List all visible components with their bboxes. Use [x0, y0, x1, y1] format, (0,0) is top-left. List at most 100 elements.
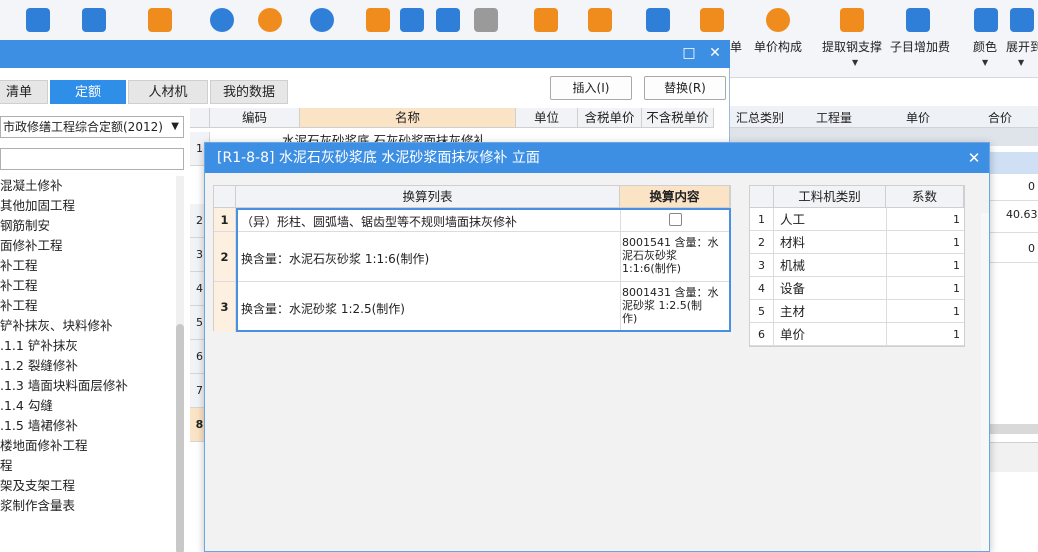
quota-tree-pane: 市政修缮工程综合定额(2012) ▼ 混凝土修补 其他加固工程 钢筋制安 面修补… [0, 110, 186, 552]
add-fee-icon [906, 8, 930, 32]
conversion-checkbox[interactable] [669, 213, 682, 226]
close-button[interactable]: ✕ [706, 44, 724, 62]
coefficient-value[interactable]: 1 [886, 254, 962, 277]
tab-quota[interactable]: 定额 [50, 80, 126, 104]
ribbon-price-button[interactable] [258, 8, 282, 34]
tree-item[interactable]: 补工程 [0, 296, 176, 316]
insert-button[interactable]: 插入(I) [550, 76, 632, 100]
header-total: 合价 [988, 111, 1013, 125]
ribbon-table-button[interactable] [700, 8, 724, 34]
tree-item[interactable]: 面修补工程 [0, 236, 176, 256]
tab-labor-material[interactable]: 人材机 [128, 80, 208, 104]
tree-item[interactable]: 其他加固工程 [0, 196, 176, 216]
ribbon-list-button[interactable] [148, 8, 172, 34]
quota-library-select[interactable]: 市政修缮工程综合定额(2012) ▼ [0, 116, 184, 138]
table-row[interactable]: 1 人工 1 [750, 208, 964, 231]
replace-button[interactable]: 替换(R) [644, 76, 726, 100]
header-coefficient: 系数 [886, 186, 964, 208]
ribbon-delete-button[interactable] [474, 8, 498, 34]
ribbon-steel-label[interactable]: 提取钢支撑 [822, 38, 882, 55]
tree-item[interactable]: 铲补抹灰、块料修补 [0, 316, 176, 336]
search-icon [310, 8, 334, 32]
table-corner [750, 186, 774, 208]
paint-bucket-icon [974, 8, 998, 32]
tree-item[interactable]: 补工程 [0, 256, 176, 276]
coefficient-value[interactable]: 1 [886, 323, 962, 346]
conversion-dialog: [R1-8-8] 水泥石灰砂浆底 水泥砂浆面抹灰修补 立面 ✕ 换算列表 换算内… [204, 142, 990, 552]
tree-item[interactable]: .1.4 勾缝 [0, 396, 176, 416]
tree-item[interactable]: 钢筋制安 [0, 216, 176, 236]
tree-item[interactable]: 混凝土修补 [0, 176, 176, 196]
table-row[interactable]: 2 材料 1 [750, 231, 964, 254]
tree-item[interactable]: 程 [0, 456, 176, 476]
coefficient-value[interactable]: 1 [886, 208, 962, 231]
tree-item[interactable]: .1.1 铲补抹灰 [0, 336, 176, 356]
dialog-close-button[interactable]: ✕ [965, 143, 983, 173]
ribbon-price-build-label[interactable]: 单价构成 [754, 38, 802, 55]
ribbon-extra-fee-icon-wrap[interactable] [906, 8, 930, 34]
grid-cell-value: 0 [1028, 242, 1035, 255]
dialog-title: [R1-8-8] 水泥石灰砂浆底 水泥砂浆面抹灰修补 立面 [205, 143, 989, 173]
chevron-down-icon[interactable]: ▼ [1018, 58, 1024, 67]
header-name: 名称 [300, 108, 516, 128]
ribbon-steel-icon-wrap[interactable] [840, 8, 864, 34]
category-name: 设备 [780, 281, 806, 296]
ribbon-lock-button[interactable] [646, 8, 670, 34]
ribbon-export-button[interactable] [534, 8, 558, 34]
tree-item[interactable]: 补工程 [0, 276, 176, 296]
ribbon-search-button[interactable] [310, 8, 334, 34]
chevron-down-icon[interactable]: ▼ [852, 58, 858, 67]
ribbon-filter-button[interactable] [366, 8, 390, 34]
ribbon-doc-button[interactable] [26, 8, 50, 34]
conversion-content[interactable]: 8001431 含量：水 泥砂浆 1:2.5(制 作) [622, 286, 730, 325]
ribbon-add-row-button[interactable] [436, 8, 460, 34]
bottom-panel [990, 442, 1038, 472]
tree-item[interactable]: 架及支架工程 [0, 476, 176, 496]
ribbon-expand-label[interactable]: 展开到 [1006, 38, 1038, 55]
table-row[interactable]: 5 主材 1 [750, 300, 964, 323]
ribbon-upload-button[interactable] [210, 8, 234, 34]
coefficient-value[interactable]: 1 [886, 231, 962, 254]
chevron-down-icon[interactable]: ▼ [171, 117, 179, 137]
table-row[interactable]: 4 设备 1 [750, 277, 964, 300]
tab-my-data[interactable]: 我的数据 [210, 80, 288, 104]
ribbon-rows-button[interactable] [400, 8, 424, 34]
table-row[interactable]: 3 换含量：水泥砂浆 1:2.5(制作) 8001431 含量：水 泥砂浆 1:… [214, 282, 730, 332]
tree-item[interactable]: 楼地面修补工程 [0, 436, 176, 456]
coefficient-table: 工料机类别 系数 1 人工 1 2 材料 1 3 机械 1 4 设备 1 5 主… [749, 185, 965, 347]
row-number: 2 [750, 231, 774, 254]
ribbon-color-label[interactable]: 颜色 [973, 38, 997, 55]
table-row[interactable]: 6 单价 1 [750, 323, 964, 346]
row-number: 3 [750, 254, 774, 277]
tree-item[interactable]: .1.2 裂缝修补 [0, 356, 176, 376]
horizontal-scrollbar[interactable] [990, 424, 1038, 434]
table-row[interactable]: 1 （异）形柱、圆弧墙、锯齿型等不规则墙面抹灰修补 [214, 208, 730, 232]
table-row[interactable]: 2 换含量：水泥石灰砂浆 1:1:6(制作) 8001541 含量：水 泥石灰砂… [214, 232, 730, 282]
coefficient-value[interactable]: 1 [886, 300, 962, 323]
table-corner [214, 186, 236, 208]
coefficient-value[interactable]: 1 [886, 277, 962, 300]
tree-item[interactable]: .1.3 墙面块料面层修补 [0, 376, 176, 396]
content-line: 1:1:6(制作) [622, 262, 681, 275]
ribbon-extra-fee-label[interactable]: 子目增加费 [890, 38, 950, 55]
export-icon [534, 8, 558, 32]
chevron-down-icon[interactable]: ▼ [982, 58, 988, 67]
table-icon [700, 8, 724, 32]
dialog-scrollbar[interactable] [981, 213, 989, 551]
content-line: 作) [622, 312, 638, 325]
ribbon-color-icon-wrap[interactable] [974, 8, 998, 34]
maximize-button[interactable]: □ [680, 44, 698, 62]
conversion-content[interactable]: 8001541 含量：水 泥石灰砂浆 1:1:6(制作) [622, 236, 730, 275]
category-name: 材料 [780, 235, 806, 250]
tree-search-input[interactable] [0, 148, 184, 170]
table-row[interactable]: 3 机械 1 [750, 254, 964, 277]
ribbon-price-build-icon-wrap[interactable] [766, 8, 790, 34]
tab-bill[interactable]: 清单 [0, 80, 48, 104]
tree-item[interactable]: .1.5 墙裙修补 [0, 416, 176, 436]
filter-icon [366, 8, 390, 32]
ribbon-import-button[interactable] [82, 8, 106, 34]
ribbon-chart-button[interactable] [588, 8, 612, 34]
tree-scrollbar-thumb[interactable] [176, 324, 184, 552]
ribbon-expand-icon-wrap[interactable] [1010, 8, 1034, 34]
tree-item[interactable]: 浆制作含量表 [0, 496, 176, 516]
